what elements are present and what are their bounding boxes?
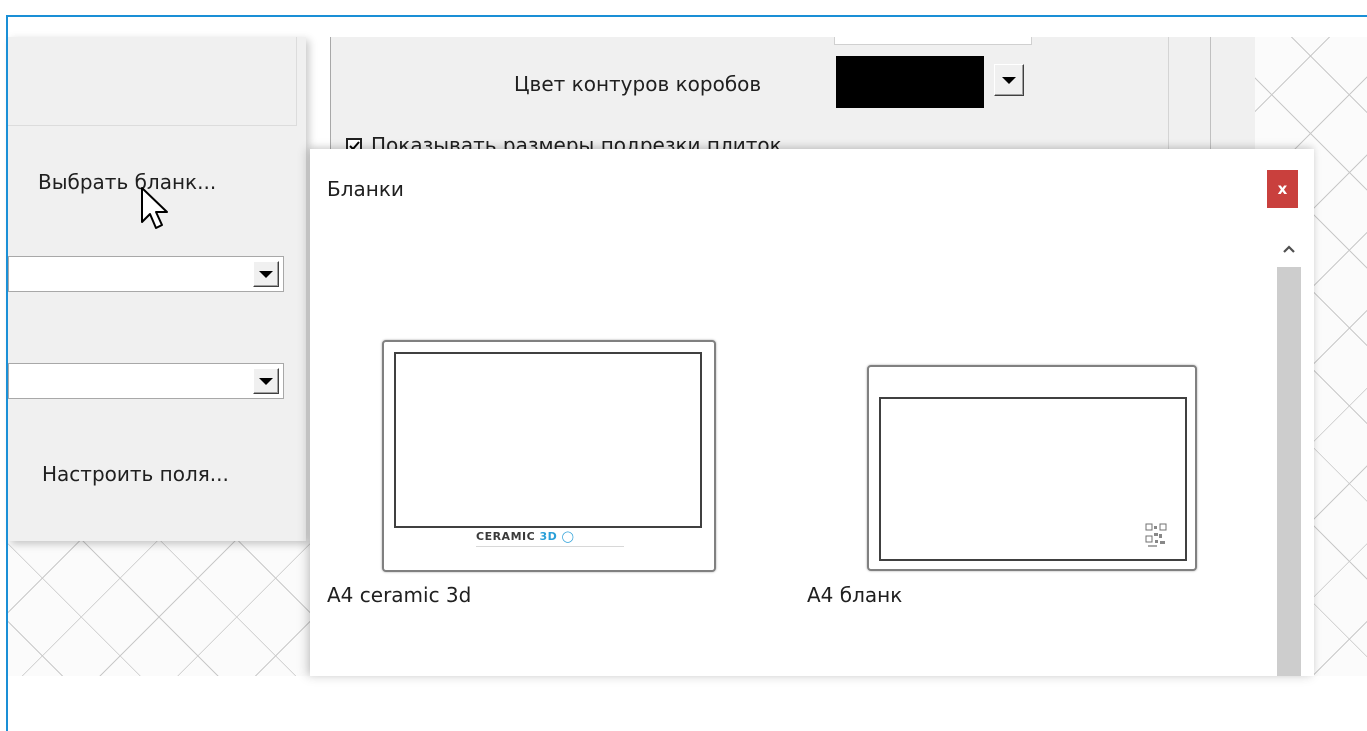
choose-form-button[interactable]: Выбрать бланк... [38,170,216,194]
top-strip [8,17,1367,37]
mouse-cursor-icon [141,187,168,229]
template-thumbnail[interactable]: CERAMIC 3D ◯ [382,340,716,572]
logo-subtext [476,546,624,547]
frame-border [879,397,1187,561]
vertical-scrollbar[interactable] [1277,233,1301,676]
dropdown-1[interactable] [8,256,284,292]
scroll-up-button[interactable] [1277,233,1301,265]
setup-margins-button[interactable]: Настроить поля... [42,462,229,486]
ceramic-3d-logo: CERAMIC 3D ◯ [476,530,575,543]
chevron-down-icon[interactable] [253,261,279,287]
divider [1210,37,1211,149]
chevron-up-icon [1283,245,1295,253]
dropdown-2[interactable] [8,363,284,399]
box-outline-color-dropdown[interactable] [986,56,1032,108]
chevron-down-icon[interactable] [994,64,1024,96]
left-panel: Выбрать бланк... Настроить поля... [8,37,306,541]
frame-border [394,352,702,528]
divider [1168,37,1169,149]
qr-code-icon [1145,523,1167,547]
chevron-down-icon[interactable] [253,368,279,394]
forms-dialog: Бланки x CERAMIC 3D ◯ A4 ceramic 3d A4 б… [310,149,1314,676]
template-card[interactable]: CERAMIC 3D ◯ [382,340,718,580]
input-field[interactable] [834,37,1032,45]
box-outline-color-label: Цвет контуров коробов [514,72,762,96]
show-tile-cut-sizes-label: Показывать размеры подрезки плиток [371,133,782,149]
template-card[interactable] [867,365,1199,573]
template-label: A4 ceramic 3d [327,583,472,607]
dialog-title: Бланки [327,177,404,201]
template-label: A4 бланк [807,583,903,607]
close-icon: x [1277,180,1288,198]
close-button[interactable]: x [1267,170,1298,208]
scroll-thumb[interactable] [1277,267,1301,676]
template-thumbnail[interactable] [867,365,1197,571]
hatched-canvas-left [8,541,310,676]
box-outline-color-swatch[interactable] [836,56,984,108]
preview-box [8,37,297,126]
